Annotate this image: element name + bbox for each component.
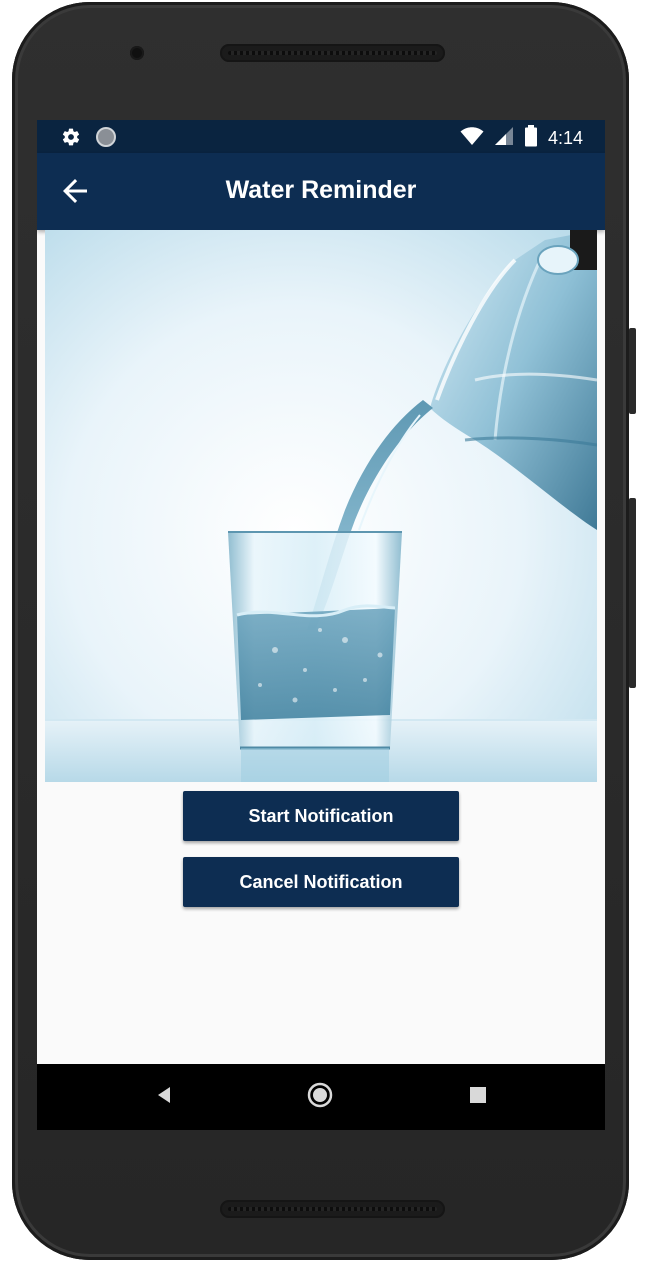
back-triangle-icon: [154, 1085, 174, 1110]
hero-image: [45, 230, 597, 782]
nav-back-button[interactable]: [149, 1082, 179, 1112]
system-nav-bar: [37, 1064, 605, 1130]
front-camera: [130, 46, 144, 60]
top-speaker-grille: [220, 44, 445, 62]
nav-home-button[interactable]: [305, 1082, 335, 1112]
status-time: 4:14: [547, 128, 583, 148]
nav-recents-button[interactable]: [463, 1082, 493, 1112]
home-circle-icon: [306, 1081, 334, 1114]
bottom-speaker-grille: [220, 1200, 445, 1218]
signal-icon: [494, 126, 514, 151]
recents-square-icon: [469, 1086, 487, 1109]
volume-button: [629, 328, 636, 414]
power-button: [629, 498, 636, 688]
app-bar: Water Reminder: [37, 153, 605, 230]
status-bar: 4:14: [37, 120, 605, 153]
settings-icon: [61, 127, 81, 152]
page-title: Water Reminder: [225, 176, 417, 204]
wifi-icon: [460, 126, 484, 151]
cancel-notification-button[interactable]: Cancel Notification: [183, 857, 459, 907]
phone-screen: 4:14 Water Reminder Start Notification C…: [37, 120, 605, 1130]
start-notification-button[interactable]: Start Notification: [183, 791, 459, 841]
circle-icon: [95, 126, 117, 153]
battery-icon: [524, 125, 538, 152]
